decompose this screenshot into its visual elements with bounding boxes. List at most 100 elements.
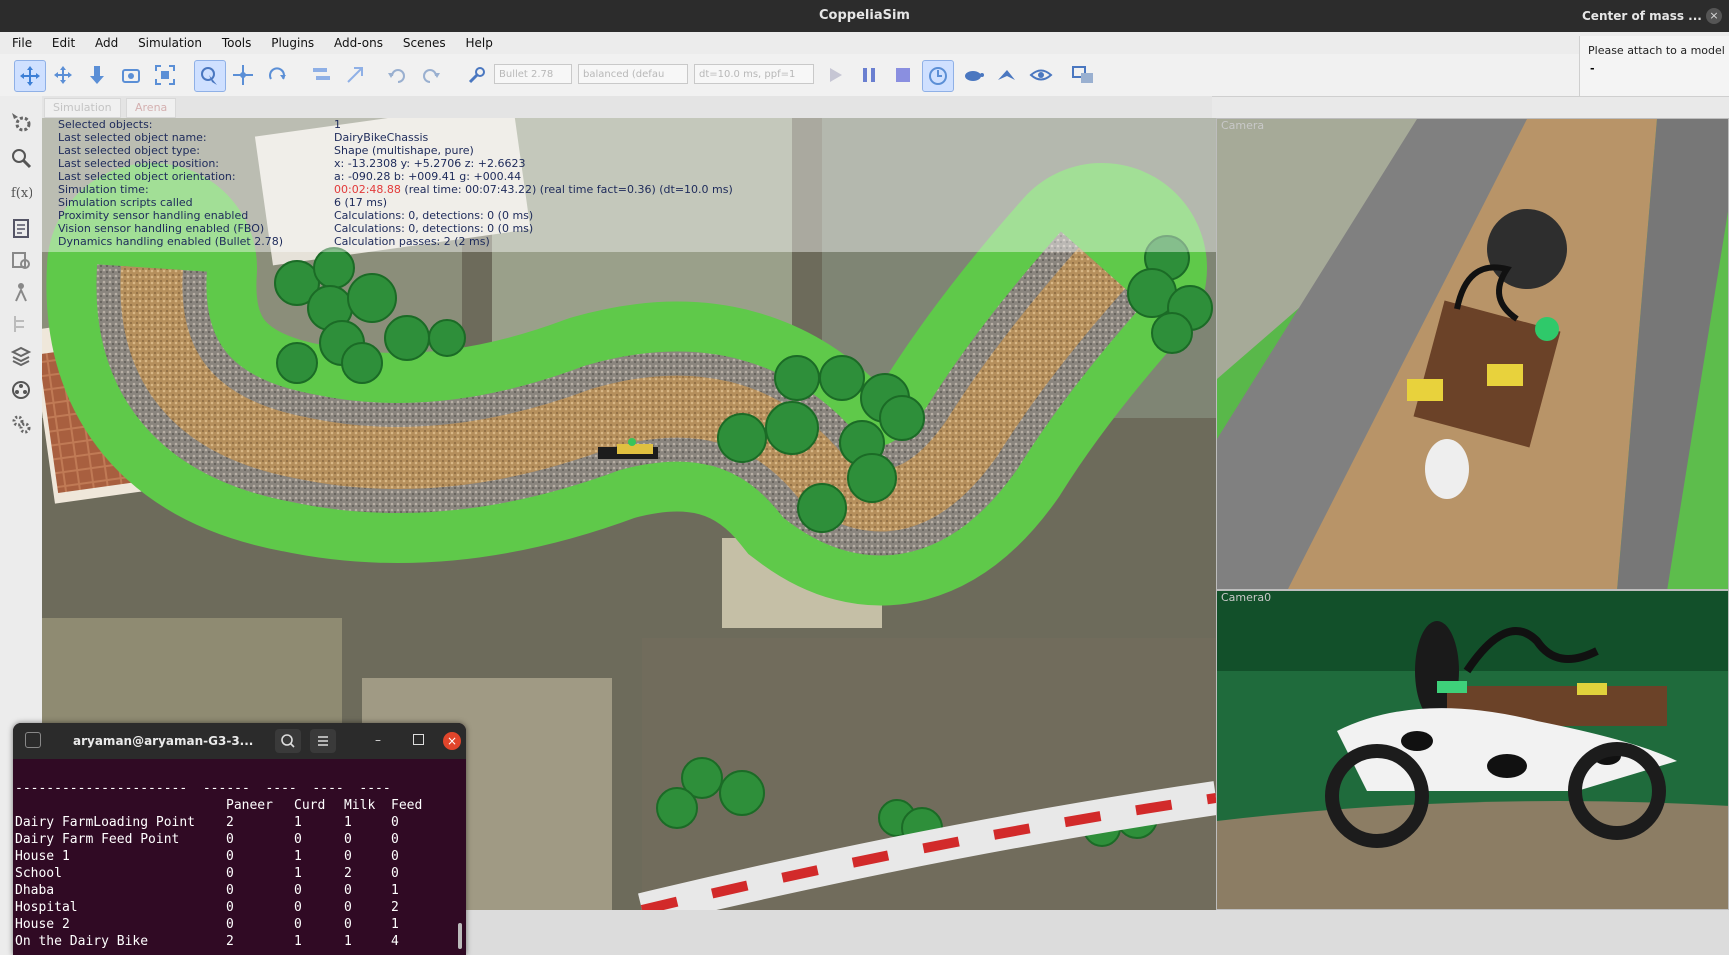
terminal-window[interactable]: aryaman@aryaman-G3-3... – × ------------…	[13, 723, 466, 955]
menu-addons[interactable]: Add-ons	[326, 32, 391, 50]
layout-button[interactable]	[1068, 60, 1098, 90]
hierarchy-icon	[14, 316, 24, 332]
click-selection-button[interactable]	[194, 60, 226, 92]
terminal-close-icon[interactable]: ×	[443, 732, 461, 750]
menu-edit[interactable]: Edit	[44, 32, 83, 50]
row-milk: 0	[344, 883, 352, 898]
play-icon	[830, 68, 842, 82]
visualization-toggle-button[interactable]	[1026, 60, 1056, 90]
undo-button[interactable]	[382, 60, 412, 90]
windows-icon	[1072, 66, 1093, 83]
camera-rotate-button[interactable]	[48, 60, 78, 90]
camera-bottom-label: Camera0	[1221, 591, 1272, 604]
speed-up-button[interactable]	[992, 60, 1022, 90]
row-milk: 2	[344, 866, 352, 881]
object-shift-button[interactable]	[228, 60, 258, 90]
gears-icon	[12, 415, 31, 434]
hierarchy-button[interactable]	[7, 310, 35, 338]
camera-shift-button[interactable]	[82, 60, 112, 90]
info-label-object-name: Last selected object name:	[58, 131, 207, 144]
menu-help[interactable]: Help	[458, 32, 501, 50]
object-move-icon	[233, 65, 253, 85]
layers-button[interactable]	[7, 342, 35, 370]
info-value-simulation-time: 00:02:48.88 (real time: 00:07:43.22) (re…	[334, 183, 733, 196]
col-curd: Curd	[294, 798, 326, 813]
calculation-modules-button[interactable]: f(x)	[7, 178, 35, 206]
row-feed: 1	[391, 917, 399, 932]
row-milk: 1	[344, 934, 352, 949]
menu-scenes[interactable]: Scenes	[395, 32, 454, 50]
menu-simulation[interactable]: Simulation	[130, 32, 210, 50]
settings-button[interactable]	[7, 108, 35, 136]
search-icon	[12, 149, 32, 169]
tab-simulation[interactable]: Simulation	[44, 98, 121, 118]
terminal-header-row: Paneer Curd Milk Feed	[15, 797, 460, 814]
assemble-button[interactable]	[306, 60, 336, 90]
start-simulation-button[interactable]	[820, 60, 850, 90]
real-time-button[interactable]	[922, 60, 954, 92]
terminal-new-tab-icon[interactable]	[25, 732, 41, 748]
move-icon	[20, 66, 40, 86]
engine-settings-button[interactable]	[462, 60, 492, 90]
function-icon: f(x)	[11, 186, 32, 201]
center-of-mass-panel: Please attach to a model -	[1579, 36, 1729, 97]
fit-view-icon	[155, 65, 175, 85]
fit-to-view-button[interactable]	[150, 60, 180, 90]
preferences-button[interactable]	[7, 410, 35, 438]
terminal-maximize-icon[interactable]	[413, 734, 424, 745]
transfer-icon	[347, 67, 363, 83]
camera-pan-button[interactable]	[14, 60, 46, 92]
row-paneer: 0	[226, 866, 234, 881]
terminal-minimize-icon[interactable]: –	[371, 733, 385, 747]
terminal-search-icon[interactable]	[275, 729, 301, 753]
stop-simulation-button[interactable]	[888, 60, 918, 90]
camera-view-top[interactable]: Camera	[1216, 118, 1729, 590]
terminal-scrollbar[interactable]	[458, 923, 462, 949]
layers-icon	[10, 346, 32, 367]
pause-simulation-button[interactable]	[854, 60, 884, 90]
camera-angle-button[interactable]	[116, 60, 146, 90]
tab-arena[interactable]: Arena	[126, 98, 177, 118]
redo-icon	[423, 69, 440, 83]
menu-tools[interactable]: Tools	[214, 32, 260, 50]
row-milk: 1	[344, 815, 352, 830]
camera-view-bottom[interactable]: Camera0	[1216, 590, 1729, 910]
physics-engine-select[interactable]: Bullet 2.78	[494, 64, 572, 84]
row-feed: 4	[391, 934, 399, 949]
row-feed: 2	[391, 900, 399, 915]
film-reel-icon	[12, 381, 30, 399]
terminal-menu-icon[interactable]	[310, 729, 336, 753]
menu-plugins[interactable]: Plugins	[263, 32, 322, 50]
model-browser-button[interactable]	[7, 246, 35, 274]
eye-icon	[1029, 69, 1053, 81]
person-icon	[15, 283, 27, 302]
menu-bar: File Edit Add Simulation Tools Plugins A…	[0, 32, 1729, 54]
terminal-row: Hospital 0 0 0 2	[15, 899, 460, 916]
slow-down-button[interactable]	[958, 60, 988, 90]
menu-file[interactable]: File	[4, 32, 40, 50]
row-curd: 0	[294, 883, 302, 898]
terminal-row: House 2 0 0 0 1	[15, 916, 460, 933]
row-name: On the Dairy Bike	[15, 934, 149, 949]
redo-button[interactable]	[416, 60, 446, 90]
film-button[interactable]	[7, 376, 35, 404]
user-settings-button[interactable]	[7, 278, 35, 306]
time-step-select[interactable]: dt=10.0 ms, ppf=1	[694, 64, 814, 84]
stop-icon	[896, 68, 910, 82]
popup-close-icon[interactable]: ×	[1706, 8, 1722, 24]
row-feed: 0	[391, 849, 399, 864]
info-label-dynamics: Dynamics handling enabled (Bullet 2.78)	[58, 235, 284, 248]
script-button[interactable]	[7, 214, 35, 242]
engine-precision-select[interactable]: balanced (defau	[578, 64, 688, 84]
scene-search-button[interactable]	[7, 144, 35, 172]
arrow-down-icon	[90, 66, 104, 84]
menu-add[interactable]: Add	[87, 32, 126, 50]
info-label-selected-objects: Selected objects:	[58, 118, 153, 131]
info-value-object-position: x: -13.2308 y: +5.2706 z: +2.6623	[334, 157, 526, 170]
object-rotate-button[interactable]	[262, 60, 292, 90]
terminal-divider-top: ---------------------- ------ ---- ---- …	[15, 781, 391, 796]
row-paneer: 2	[226, 815, 234, 830]
transfer-dna-button[interactable]	[340, 60, 370, 90]
svg-text:f(x): f(x)	[11, 186, 32, 201]
terminal-output: ---------------------- ------ ---- ---- …	[15, 763, 460, 955]
